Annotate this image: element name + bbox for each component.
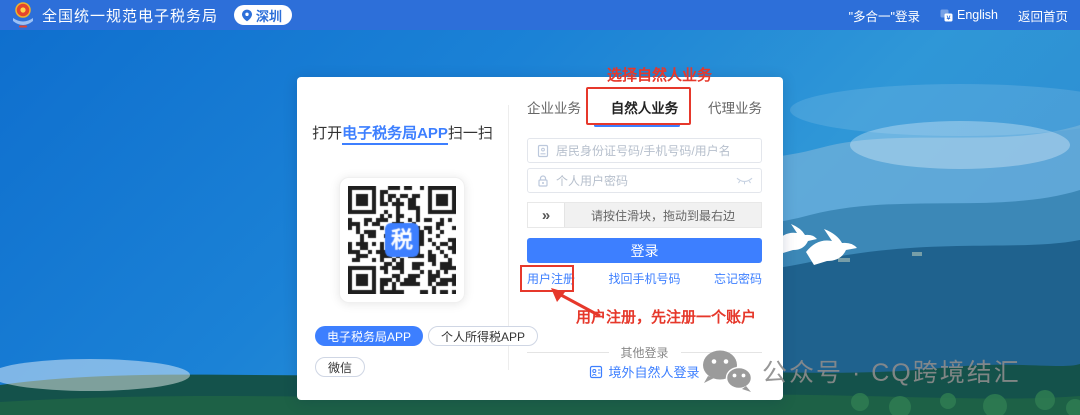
annotation-select-tab-note: 选择自然人业务 <box>607 64 712 85</box>
login-card: 打开电子税务局APP扫一扫 电子税务局APP 个人所得税APP 微信 企业业务 … <box>297 77 783 400</box>
tab-enterprise[interactable]: 企业业务 <box>527 97 581 119</box>
multi-login-link[interactable]: "多合一"登录 <box>849 6 920 25</box>
retrieve-phone-link[interactable]: 找回手机号码 <box>608 270 680 287</box>
password-field <box>527 168 762 193</box>
foreign-login-icon <box>589 365 603 379</box>
etax-app-button[interactable]: 电子税务局APP <box>315 326 423 346</box>
qr-code-box <box>339 177 465 303</box>
top-header-bar: 全国统一规范电子税务局 深圳 "多合一"登录 English 返回首页 <box>0 0 1080 30</box>
login-form-panel: 企业业务 自然人业务 代理业务 <box>527 77 762 400</box>
id-card-icon <box>536 144 550 158</box>
english-link[interactable]: English <box>940 8 998 22</box>
site-title: 全国统一规范电子税务局 <box>42 5 218 26</box>
qr-code-canvas <box>348 186 456 294</box>
location-label: 深圳 <box>256 6 282 25</box>
translate-icon <box>940 9 953 22</box>
foreign-person-login-link[interactable]: 境外自然人登录 <box>527 362 762 381</box>
slider-hint-text: 请按住滑块，拖动到最右边 <box>565 207 761 224</box>
location-pin-icon <box>242 9 252 22</box>
scan-title: 打开电子税务局APP扫一扫 <box>297 122 508 143</box>
other-login-divider: 其他登录 <box>527 344 762 361</box>
annotation-register-note: 用户注册，先注册一个账户 <box>576 306 756 327</box>
qr-scan-panel: 打开电子税务局APP扫一扫 电子税务局APP 个人所得税APP 微信 <box>297 77 508 400</box>
login-button[interactable]: 登录 <box>527 238 762 263</box>
lock-icon <box>536 174 550 188</box>
personal-tax-app-button[interactable]: 个人所得税APP <box>428 326 538 346</box>
header-links: "多合一"登录 English 返回首页 <box>849 0 1068 30</box>
eye-closed-icon[interactable] <box>736 176 753 186</box>
location-selector[interactable]: 深圳 <box>234 5 292 25</box>
username-field <box>527 138 762 163</box>
wechat-button[interactable]: 微信 <box>315 357 365 377</box>
tab-agent[interactable]: 代理业务 <box>708 97 762 119</box>
annotation-tab-highlight-box <box>586 87 691 125</box>
forgot-password-link[interactable]: 忘记密码 <box>714 270 762 287</box>
etax-login-page: 全国统一规范电子税务局 深圳 "多合一"登录 English 返回首页 <box>0 0 1080 415</box>
back-home-link[interactable]: 返回首页 <box>1018 6 1068 25</box>
username-input[interactable] <box>556 144 761 158</box>
etax-app-link[interactable]: 电子税务局APP <box>342 125 448 145</box>
slider-handle[interactable]: » <box>528 203 565 227</box>
other-login-label: 其他登录 <box>621 344 669 361</box>
password-input[interactable] <box>556 174 736 188</box>
tax-bureau-emblem-icon <box>12 2 34 28</box>
app-switch-row: 电子税务局APP 个人所得税APP <box>315 326 538 346</box>
captcha-slider: » 请按住滑块，拖动到最右边 <box>527 202 762 228</box>
